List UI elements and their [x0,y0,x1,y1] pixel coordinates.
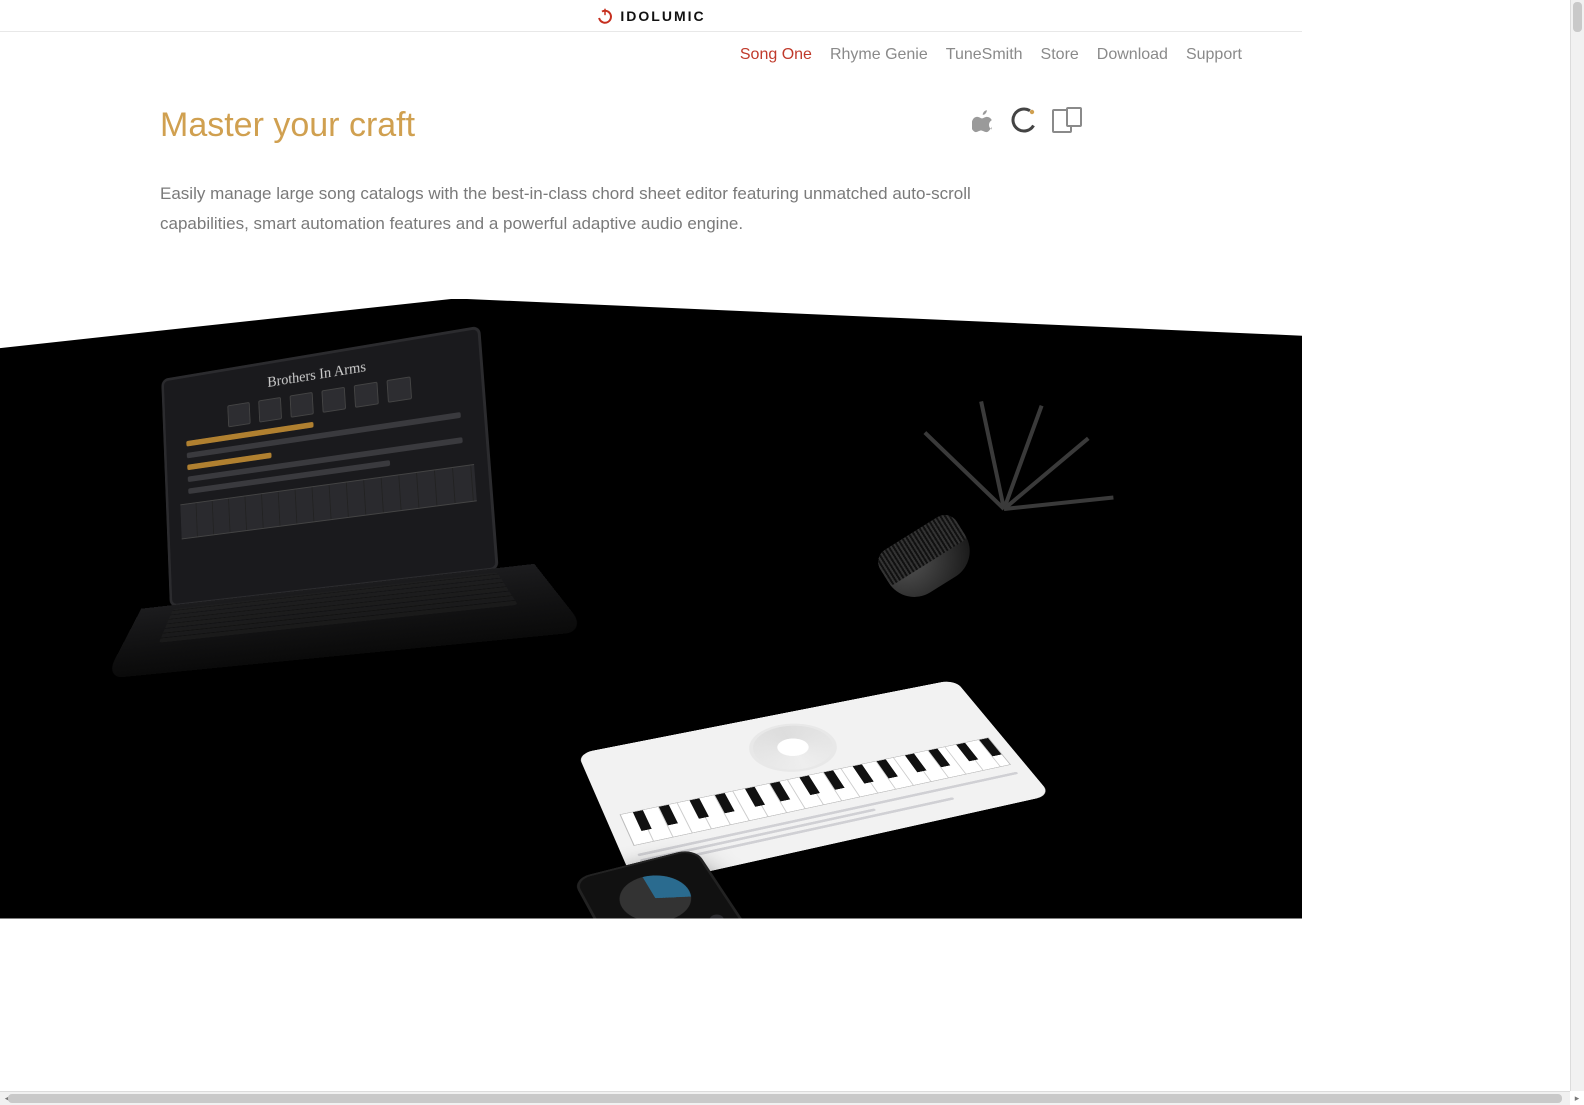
nav-support[interactable]: Support [1186,46,1242,64]
nav-rhyme-genie[interactable]: Rhyme Genie [830,46,928,64]
apple-icon [972,106,996,134]
vertical-scrollbar[interactable] [1570,0,1584,1091]
nav-tunesmith[interactable]: TuneSmith [946,46,1023,64]
nav-song-one[interactable]: Song One [740,46,812,64]
vertical-scroll-thumb[interactable] [1573,2,1582,32]
microphone-graphic [842,369,1122,649]
brand-logo-link[interactable]: IDOLUMIC [596,7,705,25]
brand-name: IDOLUMIC [620,8,705,24]
power-icon [596,7,614,25]
platform-icons [972,106,1142,134]
nav-download[interactable]: Download [1097,46,1168,64]
page-heading: Master your craft [160,106,415,145]
page-description: Easily manage large song catalogs with t… [0,145,1302,299]
logo-bar: IDOLUMIC [0,0,1302,32]
ios-universal-icon [1010,106,1038,134]
scroll-right-arrow-icon[interactable]: ▸ [1570,1092,1584,1105]
primary-nav: Song One Rhyme Genie TuneSmith Store Dow… [0,32,1302,78]
nav-store[interactable]: Store [1041,46,1079,64]
laptop-graphic: Brothers In Arms [161,299,727,809]
horizontal-scroll-thumb[interactable] [8,1094,1562,1103]
ipad-icon [1052,107,1082,133]
horizontal-scrollbar[interactable]: ◂ ▸ [0,1091,1570,1105]
hero-image: Brothers In Arms [0,299,1302,919]
